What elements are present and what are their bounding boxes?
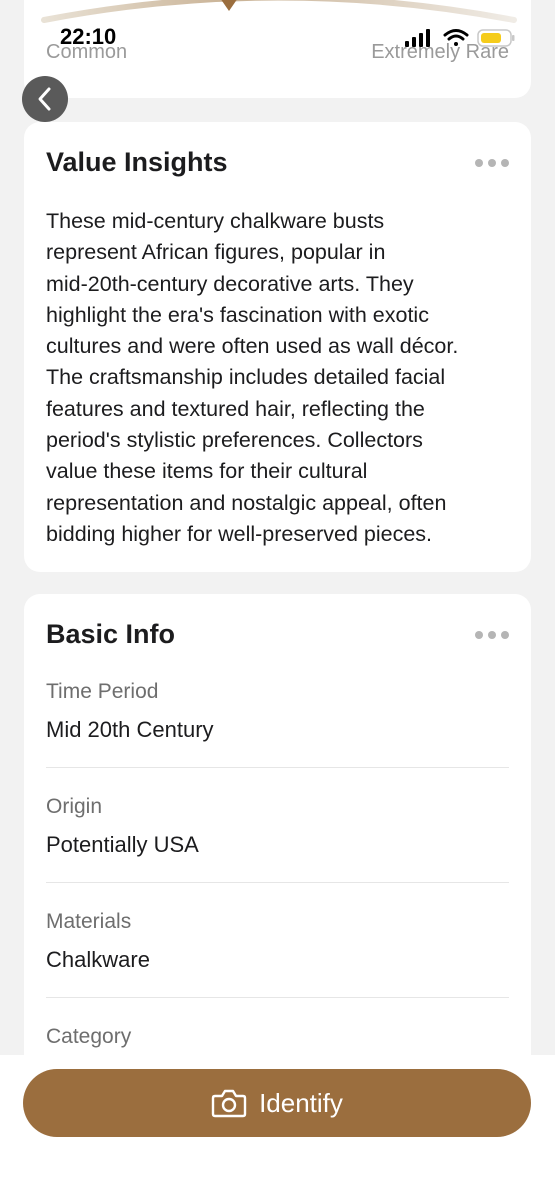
- insight-line: cultures and were often used as wall déc…: [46, 334, 459, 359]
- identify-label: Identify: [259, 1087, 343, 1118]
- insight-line: represent African figures, popular in: [46, 240, 386, 265]
- camera-icon: [211, 1089, 247, 1118]
- info-value: Chalkware: [46, 947, 150, 972]
- insight-line: features and textured hair, reflecting t…: [46, 396, 425, 421]
- info-label: Category: [46, 1025, 132, 1048]
- insight-line: These mid-century chalkware busts: [46, 209, 385, 233]
- back-button[interactable]: [22, 76, 68, 122]
- insight-line: representation and nostalgic appeal, oft…: [46, 490, 447, 515]
- insight-line: highlight the era's fascination with exo…: [46, 302, 429, 327]
- identify-button[interactable]: Identify: [23, 1069, 531, 1137]
- info-row-materials: Materials Chalkware: [46, 910, 509, 973]
- info-label: Time Period: [46, 680, 159, 703]
- info-value: Potentially USA: [46, 832, 199, 857]
- screen: Common Extremely Rare 22:10 Value Insigh…: [0, 0, 555, 1200]
- insight-line: mid-20th-century decorative arts. They: [46, 271, 414, 296]
- value-insights-card: Value Insights These mid-century chalkwa…: [24, 122, 531, 572]
- status-time: 22:10: [60, 24, 117, 49]
- signal-icon: [405, 29, 430, 47]
- value-insights-text: These mid-century chalkware busts repres…: [46, 206, 511, 550]
- divider: [46, 997, 509, 998]
- divider: [46, 767, 509, 768]
- wifi-icon: [443, 29, 469, 46]
- divider: [46, 882, 509, 883]
- insight-line: value these items for their cultural: [46, 459, 368, 484]
- battery-icon: [477, 29, 515, 47]
- basic-info-title: Basic Info: [46, 619, 176, 649]
- info-row-time-period: Time Period Mid 20th Century: [46, 680, 509, 743]
- info-label: Materials: [46, 910, 132, 933]
- insight-line: bidding higher for well-preserved pieces…: [46, 521, 433, 546]
- status-bar: 22:10: [0, 0, 555, 60]
- insight-line: The craftsmanship includes detailed faci…: [46, 365, 446, 390]
- info-value: Mid 20th Century: [46, 717, 214, 742]
- chevron-left-icon: [38, 87, 51, 111]
- more-dots-icon[interactable]: [475, 158, 509, 168]
- status-icons: [405, 29, 515, 47]
- more-dots-icon[interactable]: [475, 630, 509, 640]
- insight-line: period's stylistic preferences. Collecto…: [46, 428, 423, 453]
- value-insights-title: Value Insights: [46, 147, 228, 177]
- info-row-origin: Origin Potentially USA: [46, 795, 509, 858]
- info-label: Origin: [46, 795, 103, 818]
